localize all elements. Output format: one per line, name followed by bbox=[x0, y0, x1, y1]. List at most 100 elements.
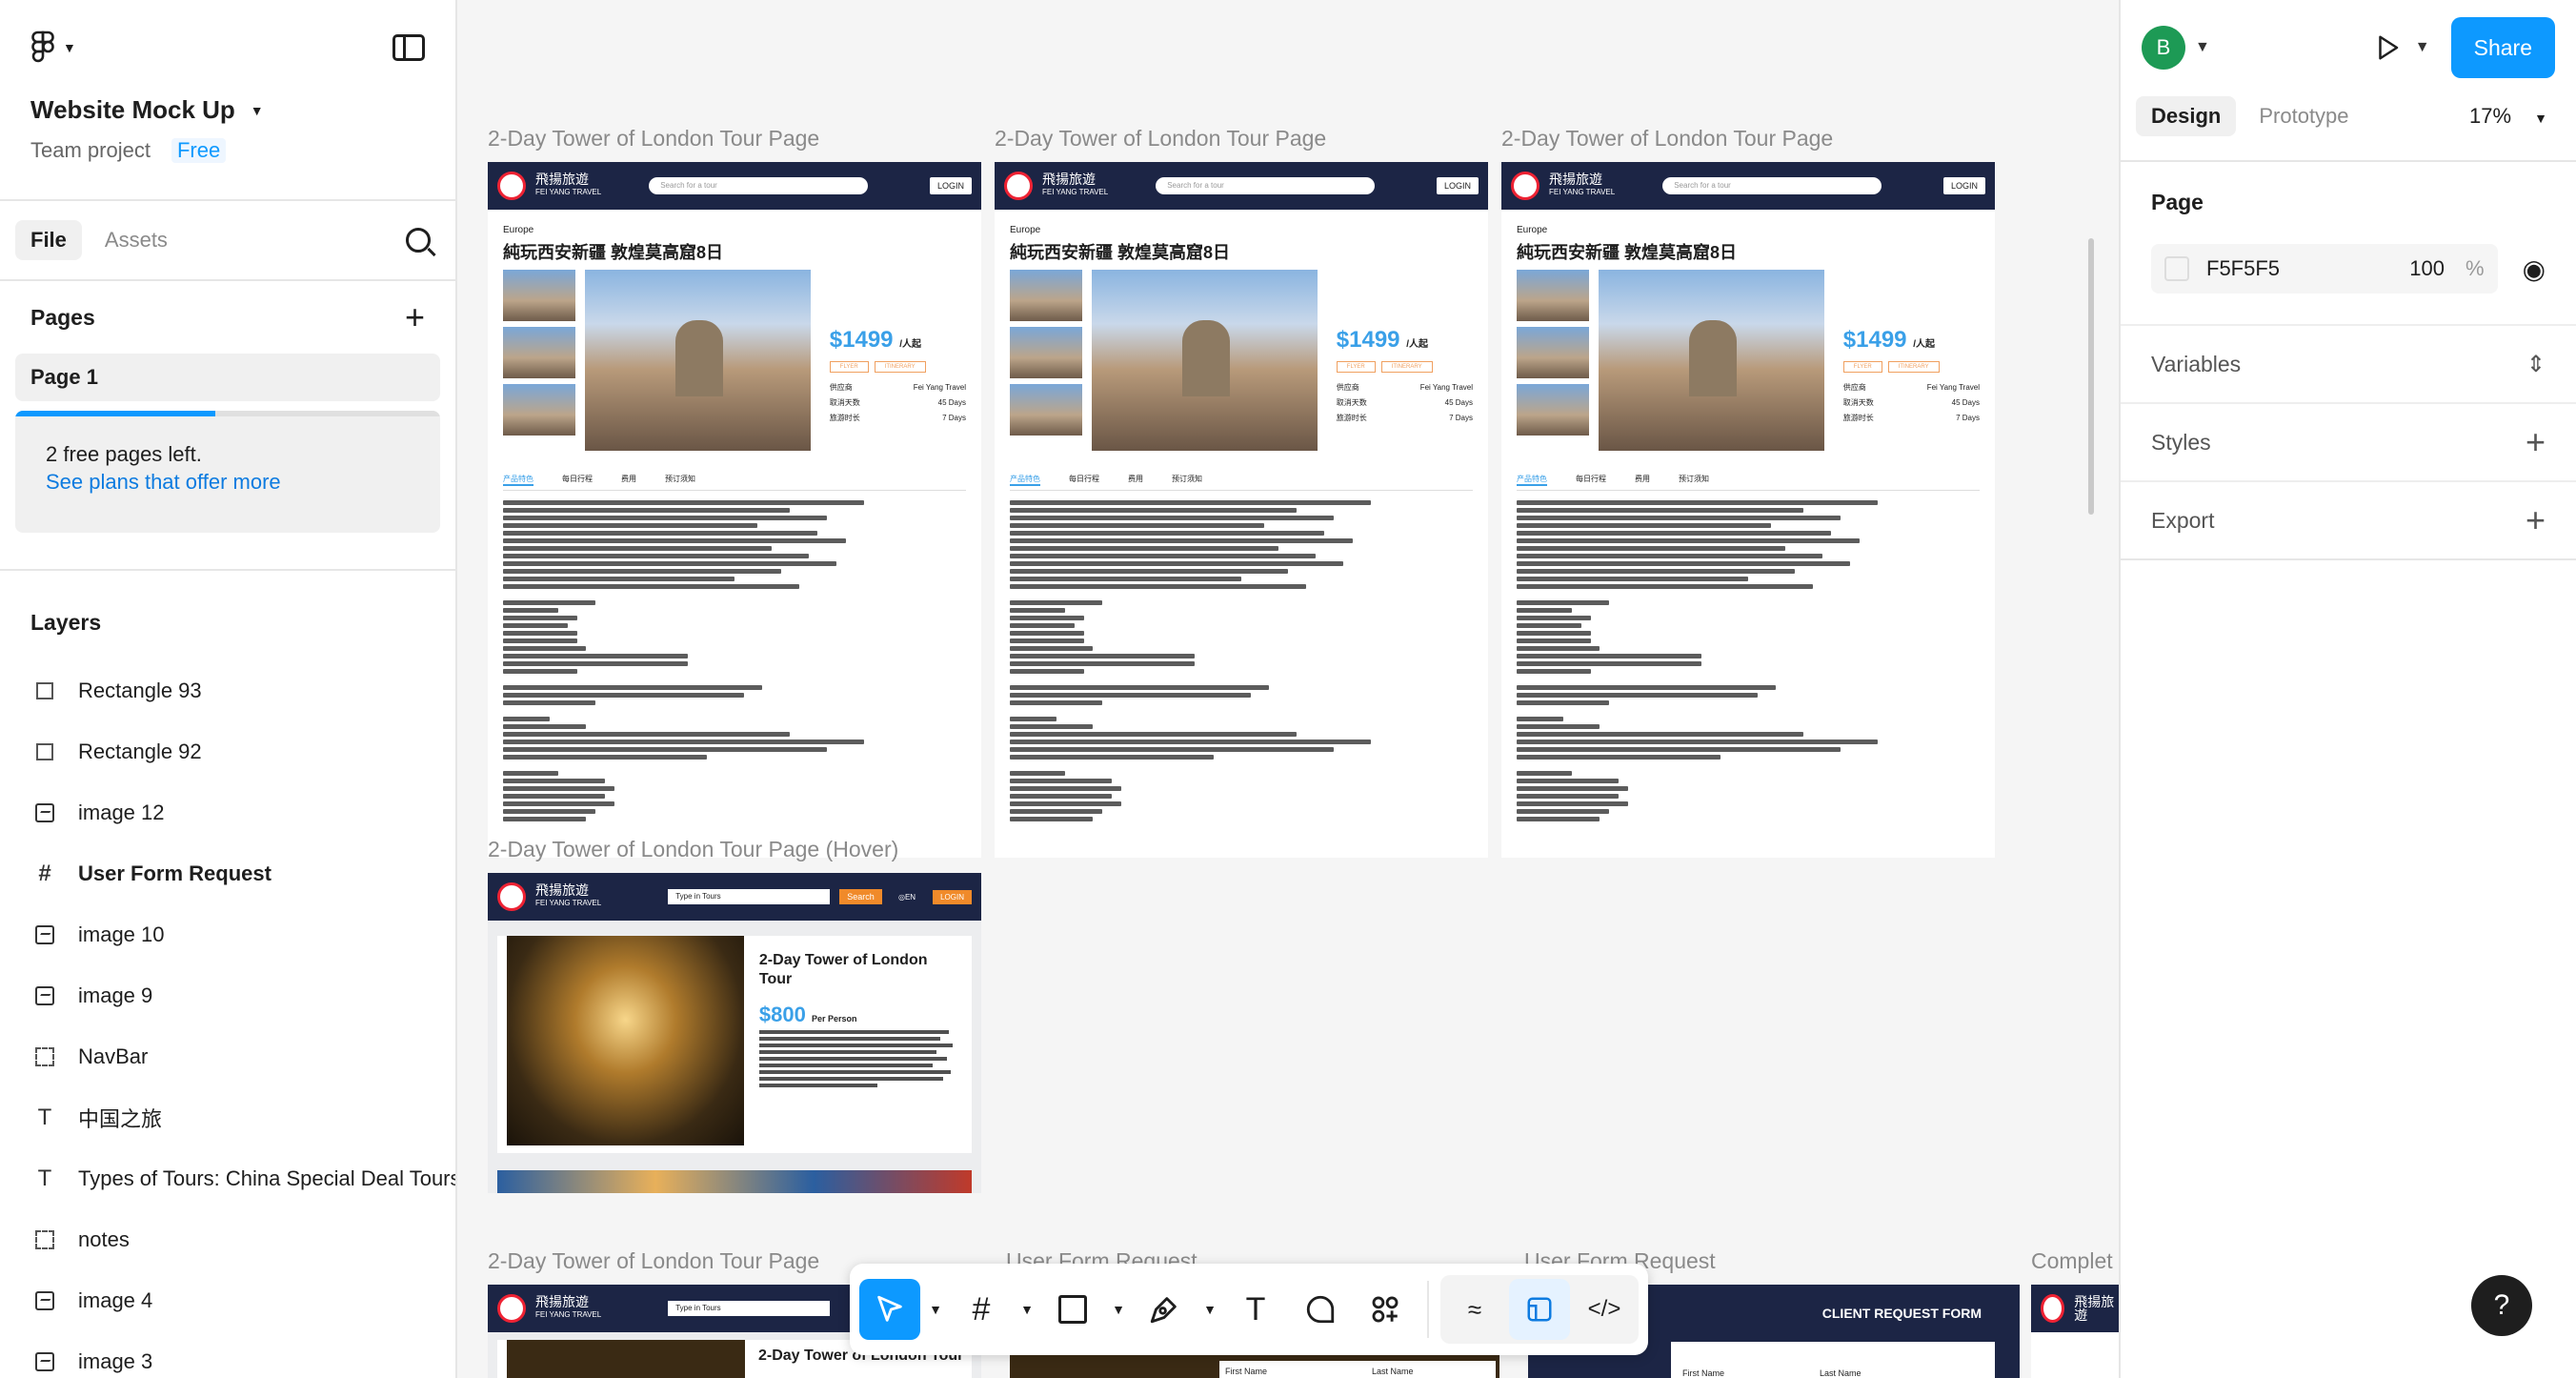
add-page-icon[interactable]: + bbox=[405, 300, 425, 334]
layer-item[interactable]: image 4 bbox=[0, 1270, 455, 1331]
design-canvas[interactable]: 2-Day Tower of London Tour Page 2-Day To… bbox=[457, 0, 2119, 1378]
tab-prototype[interactable]: Prototype bbox=[2244, 96, 2364, 136]
help-button[interactable]: ? bbox=[2471, 1275, 2532, 1336]
text-line bbox=[503, 809, 596, 814]
canvas-scrollbar[interactable] bbox=[2088, 238, 2094, 515]
frame-tool-icon[interactable]: # bbox=[951, 1279, 1012, 1340]
tower-of-london-image bbox=[507, 936, 744, 1145]
dev-mode-icon[interactable]: </> bbox=[1574, 1279, 1635, 1340]
avatar[interactable]: B bbox=[2142, 26, 2185, 70]
layer-item[interactable]: image 9 bbox=[0, 965, 455, 1026]
group-icon bbox=[34, 1229, 55, 1250]
text-line bbox=[1517, 747, 1841, 752]
present-button[interactable]: ▼ bbox=[2373, 33, 2430, 62]
text-line bbox=[503, 600, 596, 605]
chevron-down-icon[interactable]: ▼ bbox=[2195, 39, 2210, 56]
text-line bbox=[503, 693, 744, 698]
see-plans-link[interactable]: See plans that offer more bbox=[15, 470, 440, 495]
comment-tool-icon[interactable] bbox=[1290, 1279, 1351, 1340]
chevron-down-icon[interactable]: ▼ bbox=[1107, 1302, 1130, 1317]
add-export-icon[interactable]: + bbox=[2526, 503, 2546, 537]
sidebar-toggle-icon[interactable] bbox=[392, 34, 425, 61]
main-menu-button[interactable]: ▼ bbox=[30, 30, 76, 65]
frame-label[interactable]: 2-Day Tower of London Tour Page bbox=[488, 126, 819, 152]
text-line bbox=[1010, 608, 1066, 613]
tour-info: 供应商 Fei Yang Travel 取消天数 45 Days 旅游时长 7 Day… bbox=[1842, 383, 1980, 422]
frame-login-button: LOGIN bbox=[933, 889, 972, 904]
tab-design[interactable]: Design bbox=[2136, 96, 2237, 136]
text-line bbox=[503, 569, 781, 574]
tour-page-frame[interactable]: 飛揚旅遊 FEI YANG TRAVEL Search for a tour LO… bbox=[488, 162, 981, 858]
plan-badge[interactable]: Free bbox=[171, 138, 227, 163]
text-line bbox=[1010, 554, 1316, 558]
tour-info: 供应商 Fei Yang Travel 取消天数 45 Days 旅游时长 7 Day… bbox=[829, 383, 966, 422]
share-button[interactable]: Share bbox=[2450, 17, 2555, 78]
layer-item[interactable]: notes bbox=[0, 1209, 455, 1270]
tour-card-description bbox=[758, 1030, 956, 1087]
text-line bbox=[1010, 600, 1103, 605]
text-tool-icon[interactable]: T bbox=[1225, 1279, 1286, 1340]
page-opacity[interactable]: 100% bbox=[2409, 256, 2484, 281]
chevron-down-icon[interactable]: ▼ bbox=[924, 1302, 947, 1317]
text-line bbox=[503, 755, 707, 760]
layers-heading: Layers bbox=[30, 609, 102, 635]
brand-name: 飛揚旅遊 FEI YANG TRAVEL bbox=[1042, 172, 1109, 196]
frame-label[interactable]: 2-Day Tower of London Tour Page (Hover) bbox=[488, 837, 898, 862]
tab-assets[interactable]: Assets bbox=[90, 220, 183, 260]
zoom-control[interactable]: 17% ▼ bbox=[2469, 104, 2547, 129]
eye-icon[interactable]: ◉ bbox=[2523, 253, 2546, 285]
play-icon bbox=[2379, 35, 2399, 60]
frame-label[interactable]: 2-Day Tower of London Tour Page bbox=[995, 126, 1326, 152]
text-line bbox=[1010, 771, 1066, 776]
frame-body: Europe 純玩西安新疆 敦煌莫高窟8日 $1499 /人起 FLYER ITI… bbox=[1501, 210, 1995, 821]
page-color-value[interactable]: F5F5F5 bbox=[2206, 256, 2280, 281]
actions-tool-icon[interactable] bbox=[1355, 1279, 1416, 1340]
styles-section[interactable]: Styles + bbox=[2121, 402, 2576, 480]
hover-page-frame[interactable]: 飛揚旅遊 FEI YANG TRAVEL Type in Tours Search… bbox=[488, 873, 981, 1193]
text-line bbox=[1517, 508, 1804, 513]
text-line bbox=[503, 786, 614, 791]
text-line bbox=[1517, 661, 1702, 666]
design-mode-icon[interactable] bbox=[1509, 1279, 1570, 1340]
frame-label[interactable]: 2-Day Tower of London Tour Page bbox=[1501, 126, 1833, 152]
pen-tool-icon[interactable] bbox=[1134, 1279, 1195, 1340]
layer-item[interactable]: Rectangle 92 bbox=[0, 721, 455, 782]
complete-frame[interactable]: 飛揚旅遊 bbox=[2031, 1285, 2119, 1378]
chevron-down-icon[interactable]: ▼ bbox=[1016, 1302, 1038, 1317]
layer-item[interactable]: Rectangle 93 bbox=[0, 660, 455, 721]
tab-file[interactable]: File bbox=[15, 220, 82, 260]
text-line bbox=[503, 538, 846, 543]
page-color-field[interactable]: F5F5F5 100% bbox=[2151, 244, 2498, 294]
layer-item[interactable]: image 3 bbox=[0, 1331, 455, 1378]
page-item-1[interactable]: Page 1 bbox=[15, 354, 440, 401]
move-tool-icon[interactable] bbox=[859, 1279, 920, 1340]
team-label[interactable]: Team project bbox=[30, 138, 151, 163]
tour-card-title: 2-Day Tower of London Tour bbox=[758, 952, 928, 987]
layer-item[interactable]: # User Form Request bbox=[0, 843, 455, 904]
chevron-down-icon[interactable]: ▼ bbox=[1198, 1302, 1221, 1317]
frame-search-input: Type in Tours bbox=[668, 1301, 831, 1316]
draw-mode-icon[interactable]: ≈ bbox=[1444, 1279, 1505, 1340]
project-title[interactable]: Website Mock Up ▼ bbox=[0, 95, 455, 125]
frame-label[interactable]: Complet bbox=[2031, 1248, 2113, 1274]
export-section[interactable]: Export + bbox=[2121, 480, 2576, 558]
frame-label[interactable]: 2-Day Tower of London Tour Page bbox=[488, 1248, 819, 1274]
layer-item[interactable]: image 10 bbox=[0, 904, 455, 965]
text-line bbox=[503, 584, 800, 589]
price-buttons: FLYER ITINERARY bbox=[1336, 361, 1473, 373]
color-swatch[interactable] bbox=[2164, 256, 2189, 281]
layer-item[interactable]: NavBar bbox=[0, 1026, 455, 1087]
sliders-icon[interactable]: ⇕ bbox=[2526, 351, 2546, 378]
text-line bbox=[1517, 546, 1785, 551]
search-icon[interactable] bbox=[406, 228, 431, 253]
brand-name: 飛揚旅遊 FEI YANG TRAVEL bbox=[535, 882, 602, 907]
tour-page-frame[interactable]: 飛揚旅遊 FEI YANG TRAVEL Search for a tour LO… bbox=[1501, 162, 1995, 858]
tour-page-frame[interactable]: 飛揚旅遊 FEI YANG TRAVEL Search for a tour LO… bbox=[995, 162, 1488, 858]
rectangle-tool-icon[interactable] bbox=[1042, 1279, 1103, 1340]
variables-section[interactable]: Variables ⇕ bbox=[2121, 324, 2576, 402]
layer-item[interactable]: T Types of Tours: China Special Deal Tour… bbox=[0, 1148, 455, 1209]
add-style-icon[interactable]: + bbox=[2526, 425, 2546, 459]
tour-description bbox=[1010, 500, 1473, 821]
layer-item[interactable]: image 12 bbox=[0, 782, 455, 843]
layer-item[interactable]: T 中国之旅 bbox=[0, 1087, 455, 1148]
